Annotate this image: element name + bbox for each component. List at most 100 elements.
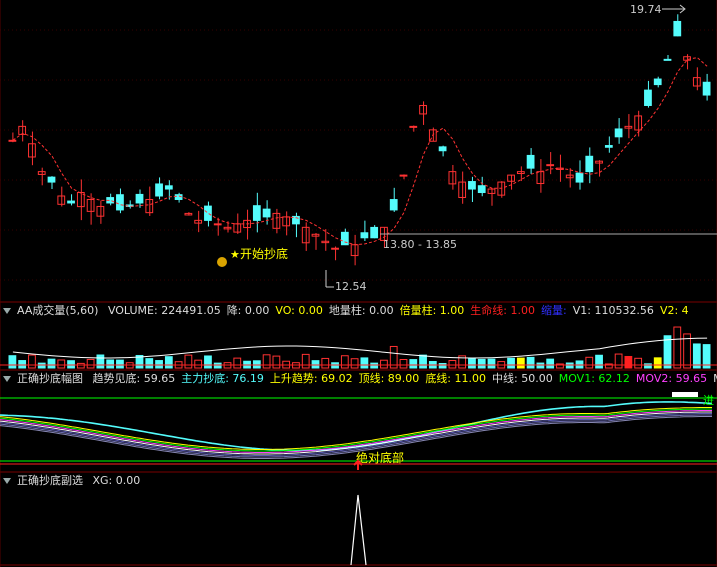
candle <box>702 73 711 101</box>
volume-bar <box>340 355 349 369</box>
candle <box>575 160 584 190</box>
candle-body <box>252 205 261 221</box>
collapse-icon[interactable] <box>3 477 11 484</box>
volume-bar <box>321 357 330 369</box>
oscillator-line <box>0 408 712 452</box>
volume-bar <box>47 358 56 369</box>
candle-body <box>575 172 584 183</box>
volume-bar <box>370 362 379 369</box>
candle <box>67 194 75 206</box>
indicator-value: 上升趋势: 69.02 <box>269 372 353 385</box>
candle-body <box>389 199 398 211</box>
candle <box>663 54 672 61</box>
candle-body <box>663 58 672 61</box>
indicator-value: XG: 0.00 <box>92 474 141 487</box>
candle-body <box>135 193 144 204</box>
candle-body <box>438 146 447 152</box>
candle-body <box>155 183 163 197</box>
candle <box>468 176 476 202</box>
candle-body <box>194 219 203 224</box>
candle <box>76 179 85 221</box>
candle <box>497 181 506 198</box>
candle-body <box>614 128 623 138</box>
volume-bar <box>644 363 652 369</box>
oscillator-panel-values: 趋势见底: 59.65 主力抄底: 76.19 上升趋势: 69.02 顶线: 89.… <box>93 372 717 385</box>
candle <box>673 14 682 37</box>
candle <box>243 209 251 240</box>
volume-bar <box>448 360 457 369</box>
candle <box>448 164 457 190</box>
candle-body <box>604 145 613 148</box>
volume-bar <box>155 360 163 369</box>
signal-spike <box>350 494 367 566</box>
volume-bar <box>76 362 85 369</box>
volume-bar <box>663 335 672 369</box>
candle <box>507 174 515 190</box>
candle <box>8 132 17 143</box>
candle <box>595 160 603 177</box>
signal-panel-title: 正确抄底副选 <box>17 474 83 487</box>
volume-bar <box>57 359 66 369</box>
volume-bar <box>624 355 633 369</box>
candle-body <box>360 232 369 239</box>
candle <box>683 54 691 70</box>
volume-bar <box>399 359 408 369</box>
candle <box>145 186 154 216</box>
indicator-value: 地量柱: 0.00 <box>328 304 394 317</box>
volume-bar <box>311 360 320 369</box>
signal-panel-values: XG: 0.00 <box>93 474 147 487</box>
volume-bar <box>204 355 212 369</box>
volume-bar <box>233 357 242 369</box>
candle-body <box>634 115 643 131</box>
candle <box>213 217 222 236</box>
candle <box>272 208 281 234</box>
candle <box>536 159 545 193</box>
volume-bar <box>28 354 36 369</box>
range-label: 13.80 - 13.85 <box>383 238 457 251</box>
candle <box>419 101 427 125</box>
collapse-icon[interactable] <box>3 307 11 314</box>
volume-bar <box>585 356 594 369</box>
money-bag-icon <box>217 257 227 267</box>
volume-bar <box>145 358 154 369</box>
candle <box>282 211 291 236</box>
volume-bar <box>468 358 476 369</box>
volume-bar <box>516 357 525 369</box>
candle <box>370 225 379 239</box>
volume-panel-title: AA成交量(5,60) <box>17 304 99 317</box>
indicator-value: 降: 0.00 <box>226 304 270 317</box>
indicator-value: V1: 110532.56 <box>572 304 654 317</box>
candle <box>194 210 203 233</box>
volume-bar <box>194 359 203 369</box>
moving-average-line <box>12 57 708 246</box>
volume-bar <box>252 360 261 369</box>
volume-bar <box>106 359 115 369</box>
candle-body <box>399 174 408 177</box>
candle <box>47 176 56 190</box>
volume-bar <box>96 354 105 369</box>
bottom-signal-label: 绝对底部 <box>356 450 404 465</box>
candle <box>311 233 320 250</box>
volume-bar <box>262 354 271 369</box>
collapse-icon[interactable] <box>3 375 11 382</box>
candle-body <box>409 125 418 128</box>
indicator-value: VO: 0.00 <box>275 304 323 317</box>
candle <box>546 152 555 175</box>
oscillator-panel-header: 正确抄底幅图 趋势见底: 59.65 主力抄底: 76.19 上升趋势: 69.02… <box>0 370 717 387</box>
oscillator-line <box>0 401 713 452</box>
candle-body <box>213 223 222 226</box>
volume-bar <box>380 359 388 369</box>
candle <box>624 114 633 139</box>
volume-bar <box>487 358 496 369</box>
high-price-label: 19.74 <box>630 3 662 16</box>
candle-body <box>67 200 75 204</box>
volume-bar <box>673 326 682 369</box>
volume-bar <box>507 357 515 369</box>
volume-bar <box>634 357 643 369</box>
volume-bar <box>614 353 623 369</box>
candle <box>301 222 310 251</box>
volume-bar <box>477 358 486 369</box>
entry-label: 进 <box>703 394 714 407</box>
oscillator-panel-title: 正确抄底幅图 <box>17 372 83 385</box>
candle-body <box>331 247 339 250</box>
